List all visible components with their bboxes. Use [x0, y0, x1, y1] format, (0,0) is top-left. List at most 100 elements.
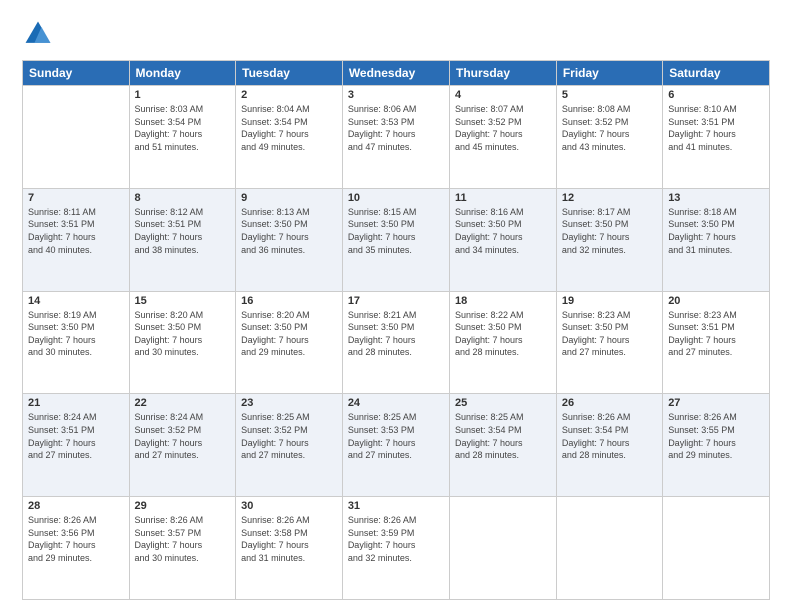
day-info: Sunrise: 8:20 AM Sunset: 3:50 PM Dayligh…: [241, 309, 337, 359]
day-number: 1: [135, 89, 231, 101]
day-info: Sunrise: 8:16 AM Sunset: 3:50 PM Dayligh…: [455, 206, 551, 256]
calendar-cell: 20 Sunrise: 8:23 AM Sunset: 3:51 PM Dayli…: [663, 291, 770, 394]
day-info: Sunrise: 8:26 AM Sunset: 3:58 PM Dayligh…: [241, 514, 337, 564]
day-info: Sunrise: 8:24 AM Sunset: 3:51 PM Dayligh…: [28, 411, 124, 461]
col-sunday: Sunday: [23, 61, 130, 86]
day-number: 27: [668, 397, 764, 409]
day-info: Sunrise: 8:26 AM Sunset: 3:59 PM Dayligh…: [348, 514, 444, 564]
calendar-cell: 7 Sunrise: 8:11 AM Sunset: 3:51 PM Daylig…: [23, 188, 130, 291]
calendar-cell: 3 Sunrise: 8:06 AM Sunset: 3:53 PM Daylig…: [342, 86, 449, 189]
day-info: Sunrise: 8:19 AM Sunset: 3:50 PM Dayligh…: [28, 309, 124, 359]
col-friday: Friday: [556, 61, 662, 86]
col-wednesday: Wednesday: [342, 61, 449, 86]
calendar-cell: 17 Sunrise: 8:21 AM Sunset: 3:50 PM Dayli…: [342, 291, 449, 394]
day-number: 8: [135, 192, 231, 204]
day-number: 2: [241, 89, 337, 101]
calendar-cell: [450, 497, 557, 600]
calendar-cell: [23, 86, 130, 189]
calendar-week-row: 1 Sunrise: 8:03 AM Sunset: 3:54 PM Daylig…: [23, 86, 770, 189]
day-info: Sunrise: 8:10 AM Sunset: 3:51 PM Dayligh…: [668, 103, 764, 153]
day-info: Sunrise: 8:26 AM Sunset: 3:55 PM Dayligh…: [668, 411, 764, 461]
day-info: Sunrise: 8:22 AM Sunset: 3:50 PM Dayligh…: [455, 309, 551, 359]
day-number: 26: [562, 397, 657, 409]
calendar-cell: 21Sunrise: 8:24 AM Sunset: 3:51 PM Dayli…: [23, 394, 130, 497]
header: [22, 18, 770, 50]
day-info: Sunrise: 8:12 AM Sunset: 3:51 PM Dayligh…: [135, 206, 231, 256]
day-info: Sunrise: 8:15 AM Sunset: 3:50 PM Dayligh…: [348, 206, 444, 256]
day-number: 24: [348, 397, 444, 409]
day-number: 12: [562, 192, 657, 204]
day-number: 4: [455, 89, 551, 101]
col-thursday: Thursday: [450, 61, 557, 86]
day-info: Sunrise: 8:17 AM Sunset: 3:50 PM Dayligh…: [562, 206, 657, 256]
day-number: 19: [562, 295, 657, 307]
calendar-cell: 24 Sunrise: 8:25 AM Sunset: 3:53 PM Dayli…: [342, 394, 449, 497]
calendar-cell: 4 Sunrise: 8:07 AM Sunset: 3:52 PM Daylig…: [450, 86, 557, 189]
calendar-cell: 27 Sunrise: 8:26 AM Sunset: 3:55 PM Dayli…: [663, 394, 770, 497]
day-info: Sunrise: 8:24 AM Sunset: 3:52 PM Dayligh…: [135, 411, 231, 461]
calendar-cell: [556, 497, 662, 600]
day-number: 11: [455, 192, 551, 204]
day-info: Sunrise: 8:26 AM Sunset: 3:56 PM Dayligh…: [28, 514, 124, 564]
calendar-cell: [663, 497, 770, 600]
day-info: Sunrise: 8:18 AM Sunset: 3:50 PM Dayligh…: [668, 206, 764, 256]
calendar-cell: 8 Sunrise: 8:12 AM Sunset: 3:51 PM Daylig…: [129, 188, 236, 291]
col-tuesday: Tuesday: [236, 61, 343, 86]
day-info: Sunrise: 8:26 AM Sunset: 3:54 PM Dayligh…: [562, 411, 657, 461]
day-info: Sunrise: 8:06 AM Sunset: 3:53 PM Dayligh…: [348, 103, 444, 153]
day-number: 7: [28, 192, 124, 204]
day-info: Sunrise: 8:11 AM Sunset: 3:51 PM Dayligh…: [28, 206, 124, 256]
day-number: 9: [241, 192, 337, 204]
day-number: 17: [348, 295, 444, 307]
day-number: 29: [135, 500, 231, 512]
day-number: 3: [348, 89, 444, 101]
calendar-cell: 12 Sunrise: 8:17 AM Sunset: 3:50 PM Dayli…: [556, 188, 662, 291]
calendar-table: Sunday Monday Tuesday Wednesday Thursday…: [22, 60, 770, 600]
day-info: Sunrise: 8:25 AM Sunset: 3:54 PM Dayligh…: [455, 411, 551, 461]
calendar-cell: 19 Sunrise: 8:23 AM Sunset: 3:50 PM Dayli…: [556, 291, 662, 394]
page: Sunday Monday Tuesday Wednesday Thursday…: [0, 0, 792, 612]
calendar-cell: 13 Sunrise: 8:18 AM Sunset: 3:50 PM Dayli…: [663, 188, 770, 291]
calendar-cell: 1 Sunrise: 8:03 AM Sunset: 3:54 PM Daylig…: [129, 86, 236, 189]
day-number: 25: [455, 397, 551, 409]
day-info: Sunrise: 8:25 AM Sunset: 3:53 PM Dayligh…: [348, 411, 444, 461]
day-number: 6: [668, 89, 764, 101]
calendar-cell: 2 Sunrise: 8:04 AM Sunset: 3:54 PM Daylig…: [236, 86, 343, 189]
calendar-cell: 31 Sunrise: 8:26 AM Sunset: 3:59 PM Dayli…: [342, 497, 449, 600]
calendar-header-row: Sunday Monday Tuesday Wednesday Thursday…: [23, 61, 770, 86]
calendar-cell: 15Sunrise: 8:20 AM Sunset: 3:50 PM Dayli…: [129, 291, 236, 394]
calendar-cell: 26 Sunrise: 8:26 AM Sunset: 3:54 PM Dayli…: [556, 394, 662, 497]
col-saturday: Saturday: [663, 61, 770, 86]
calendar-cell: 14 Sunrise: 8:19 AM Sunset: 3:50 PM Dayli…: [23, 291, 130, 394]
day-info: Sunrise: 8:08 AM Sunset: 3:52 PM Dayligh…: [562, 103, 657, 153]
day-info: Sunrise: 8:04 AM Sunset: 3:54 PM Dayligh…: [241, 103, 337, 153]
calendar-cell: 29Sunrise: 8:26 AM Sunset: 3:57 PM Dayli…: [129, 497, 236, 600]
calendar-cell: 9 Sunrise: 8:13 AM Sunset: 3:50 PM Daylig…: [236, 188, 343, 291]
calendar-cell: 6 Sunrise: 8:10 AM Sunset: 3:51 PM Daylig…: [663, 86, 770, 189]
day-info: Sunrise: 8:23 AM Sunset: 3:51 PM Dayligh…: [668, 309, 764, 359]
day-info: Sunrise: 8:03 AM Sunset: 3:54 PM Dayligh…: [135, 103, 231, 153]
calendar-cell: 5 Sunrise: 8:08 AM Sunset: 3:52 PM Daylig…: [556, 86, 662, 189]
day-number: 22: [135, 397, 231, 409]
calendar-cell: 23Sunrise: 8:25 AM Sunset: 3:52 PM Dayli…: [236, 394, 343, 497]
day-number: 5: [562, 89, 657, 101]
calendar-week-row: 14 Sunrise: 8:19 AM Sunset: 3:50 PM Dayli…: [23, 291, 770, 394]
day-number: 14: [28, 295, 124, 307]
day-info: Sunrise: 8:21 AM Sunset: 3:50 PM Dayligh…: [348, 309, 444, 359]
calendar-cell: 18Sunrise: 8:22 AM Sunset: 3:50 PM Dayli…: [450, 291, 557, 394]
day-info: Sunrise: 8:07 AM Sunset: 3:52 PM Dayligh…: [455, 103, 551, 153]
calendar-cell: 25 Sunrise: 8:25 AM Sunset: 3:54 PM Dayli…: [450, 394, 557, 497]
day-number: 16: [241, 295, 337, 307]
day-info: Sunrise: 8:13 AM Sunset: 3:50 PM Dayligh…: [241, 206, 337, 256]
calendar-cell: 30Sunrise: 8:26 AM Sunset: 3:58 PM Dayli…: [236, 497, 343, 600]
calendar-week-row: 28Sunrise: 8:26 AM Sunset: 3:56 PM Dayli…: [23, 497, 770, 600]
calendar-week-row: 21Sunrise: 8:24 AM Sunset: 3:51 PM Dayli…: [23, 394, 770, 497]
calendar-cell: 28Sunrise: 8:26 AM Sunset: 3:56 PM Dayli…: [23, 497, 130, 600]
day-number: 20: [668, 295, 764, 307]
day-info: Sunrise: 8:20 AM Sunset: 3:50 PM Dayligh…: [135, 309, 231, 359]
day-info: Sunrise: 8:25 AM Sunset: 3:52 PM Dayligh…: [241, 411, 337, 461]
day-info: Sunrise: 8:23 AM Sunset: 3:50 PM Dayligh…: [562, 309, 657, 359]
calendar-week-row: 7 Sunrise: 8:11 AM Sunset: 3:51 PM Daylig…: [23, 188, 770, 291]
day-number: 31: [348, 500, 444, 512]
day-number: 13: [668, 192, 764, 204]
